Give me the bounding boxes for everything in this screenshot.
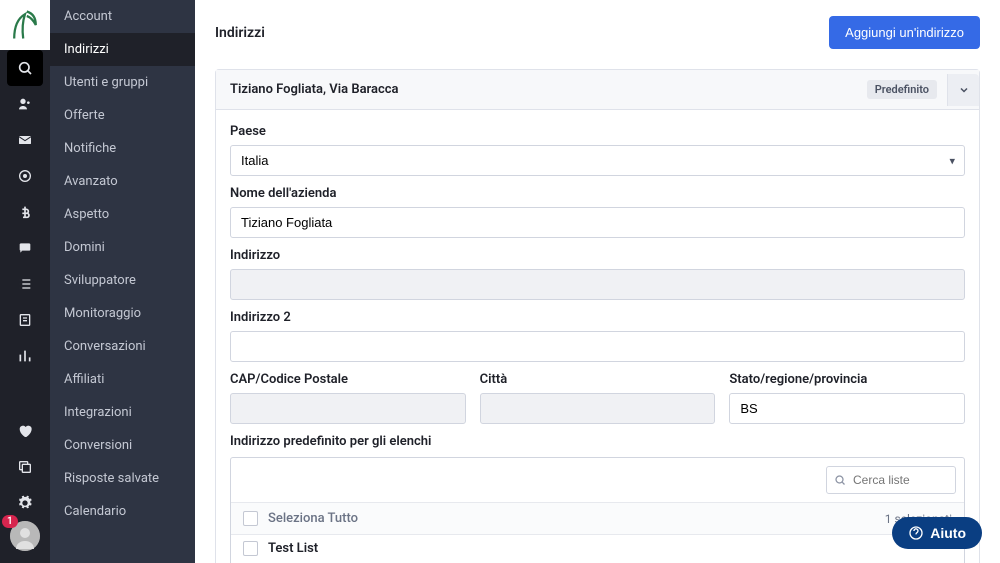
page-title: Indirizzi (215, 25, 265, 41)
address-label: Indirizzo (230, 248, 965, 263)
card-title: Tiziano Fogliata, Via Baracca (230, 82, 399, 97)
rail-heart-icon[interactable] (7, 413, 43, 449)
list-item-label: Test List (268, 541, 318, 556)
settings-sidebar: Account Indirizzi Utenti e gruppi Offert… (50, 0, 195, 563)
rail-copy-icon[interactable] (7, 449, 43, 485)
sidebar-item-integrations[interactable]: Integrazioni (50, 396, 195, 429)
main-content: Indirizzi Aggiungi un'indirizzo Tiziano … (195, 0, 1000, 563)
rail-search-icon[interactable] (7, 50, 43, 86)
rail-conversations-icon[interactable] (7, 230, 43, 266)
address2-input[interactable] (230, 331, 965, 362)
sidebar-item-saved-responses[interactable]: Risposte salvate (50, 462, 195, 495)
add-address-button[interactable]: Aggiungi un'indirizzo (829, 16, 980, 49)
rail-deals-icon[interactable] (7, 194, 43, 230)
notification-badge: 1 (2, 515, 18, 528)
address-input[interactable] (230, 269, 965, 300)
logo (0, 0, 50, 50)
default-lists-label: Indirizzo predefinito per gli elenchi (230, 434, 965, 449)
sidebar-item-tracking[interactable]: Monitoraggio (50, 297, 195, 330)
help-icon (908, 525, 924, 541)
sidebar-item-addresses[interactable]: Indirizzi (50, 33, 195, 66)
select-all-label: Seleziona Tutto (268, 511, 358, 526)
country-label: Paese (230, 124, 965, 139)
list-item[interactable]: Test List (231, 535, 964, 562)
chevron-down-icon (958, 84, 970, 96)
sidebar-item-developer[interactable]: Sviluppatore (50, 264, 195, 297)
sidebar-item-affiliates[interactable]: Affiliati (50, 363, 195, 396)
collapse-toggle[interactable] (947, 74, 979, 106)
sidebar-item-notifications[interactable]: Notifiche (50, 132, 195, 165)
sidebar-item-appearance[interactable]: Aspetto (50, 198, 195, 231)
avatar[interactable]: 1 (10, 521, 40, 551)
company-input[interactable] (230, 207, 965, 238)
search-icon (834, 474, 846, 486)
lists-box: Seleziona Tutto 1 selezionati Test List … (230, 457, 965, 563)
city-label: Città (480, 372, 716, 387)
sidebar-item-users[interactable]: Utenti e gruppi (50, 66, 195, 99)
sidebar-item-account[interactable]: Account (50, 0, 195, 33)
rail-contacts-icon[interactable] (7, 86, 43, 122)
state-input[interactable] (729, 393, 965, 424)
rail-lists-icon[interactable] (7, 266, 43, 302)
rail-mail-icon[interactable] (7, 122, 43, 158)
rail-reports-icon[interactable] (7, 338, 43, 374)
list-checkbox[interactable] (243, 541, 258, 556)
sidebar-item-advanced[interactable]: Avanzato (50, 165, 195, 198)
address2-label: Indirizzo 2 (230, 310, 965, 325)
rail-forms-icon[interactable] (7, 302, 43, 338)
sidebar-item-offers[interactable]: Offerte (50, 99, 195, 132)
sidebar-item-domains[interactable]: Domini (50, 231, 195, 264)
sidebar-item-conversions[interactable]: Conversioni (50, 429, 195, 462)
help-button[interactable]: Aiuto (892, 517, 982, 549)
icon-rail: 1 (0, 0, 50, 563)
address-card: Tiziano Fogliata, Via Baracca Predefinit… (215, 69, 980, 563)
sidebar-item-calendar[interactable]: Calendario (50, 495, 195, 528)
state-label: Stato/regione/provincia (729, 372, 965, 387)
sidebar-item-conversations[interactable]: Conversazioni (50, 330, 195, 363)
city-input[interactable] (480, 393, 716, 424)
help-label: Aiuto (930, 525, 966, 541)
rail-automation-icon[interactable] (7, 158, 43, 194)
select-all-checkbox[interactable] (243, 511, 258, 526)
company-label: Nome dell'azienda (230, 186, 965, 201)
zip-label: CAP/Codice Postale (230, 372, 466, 387)
zip-input[interactable] (230, 393, 466, 424)
country-select[interactable]: Italia (230, 145, 965, 176)
default-badge: Predefinito (867, 80, 937, 99)
